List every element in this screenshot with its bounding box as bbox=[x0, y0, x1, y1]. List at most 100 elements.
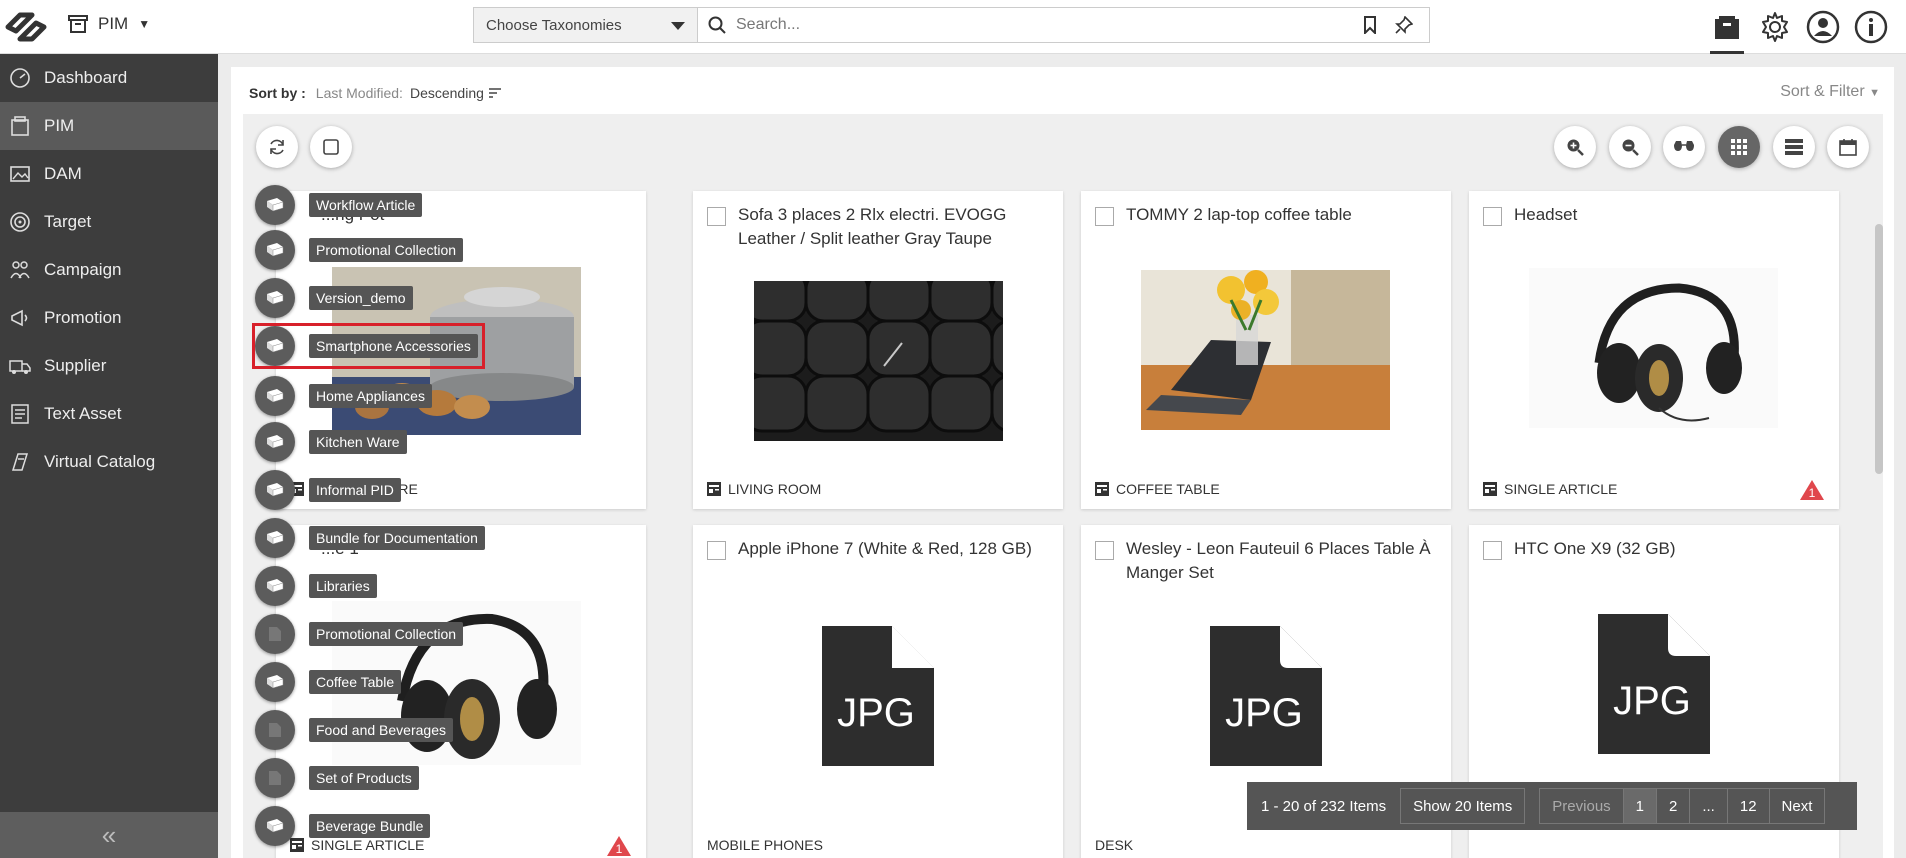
card-title: Wesley - Leon Fauteuil 6 Places Table À … bbox=[1126, 539, 1431, 582]
select-all-button[interactable] bbox=[310, 126, 352, 168]
overlay-item-informal-pid[interactable]: Informal PID bbox=[255, 470, 401, 510]
overlay-item-food-and-beverages[interactable]: Food and Beverages bbox=[255, 710, 453, 750]
overlay-item-promotional-collection-2[interactable]: Promotional Collection bbox=[255, 614, 464, 654]
target-icon bbox=[8, 210, 32, 234]
collapse-sidebar-button[interactable]: « bbox=[0, 812, 218, 858]
sidebar-item-supplier[interactable]: Supplier bbox=[0, 342, 218, 390]
file-type-label: JPG bbox=[1225, 691, 1303, 735]
taxonomy-select[interactable]: Choose Taxonomies bbox=[474, 8, 698, 42]
page-button-1[interactable]: 1 bbox=[1623, 789, 1657, 823]
card-title: Headset bbox=[1514, 205, 1578, 224]
pagination-bar: 1 - 20 of 232 Items Show 20 Items Previo… bbox=[1247, 782, 1857, 830]
info-button[interactable] bbox=[1854, 10, 1888, 44]
overlay-item-libraries[interactable]: Libraries bbox=[255, 566, 377, 606]
double-chevron-left-icon: « bbox=[101, 819, 117, 850]
gear-icon bbox=[1762, 12, 1788, 42]
sidebar-item-label: Supplier bbox=[44, 356, 107, 375]
sidebar-item-campaign[interactable]: Campaign bbox=[0, 246, 218, 294]
previous-page-button[interactable]: Previous bbox=[1540, 789, 1624, 823]
top-actions bbox=[1710, 0, 1906, 54]
main-panel: Sort by : Last Modified: Descending Sort… bbox=[231, 67, 1894, 858]
overlay-item-bundle-for-documentation[interactable]: Bundle for Documentation bbox=[255, 518, 485, 558]
item-card[interactable]: Headset SINGLE ARTICLE 1 bbox=[1469, 191, 1839, 509]
zoom-in-button[interactable] bbox=[1554, 126, 1596, 168]
item-card[interactable]: Sofa 3 places 2 Rlx electri. EVOGG Leath… bbox=[693, 191, 1063, 509]
archive-box-button[interactable] bbox=[1710, 4, 1744, 54]
sort-lines-icon[interactable] bbox=[488, 88, 501, 98]
overlay-item-home-appliances[interactable]: Home Appliances bbox=[255, 376, 432, 416]
card-category-label: MOBILE PHONES bbox=[707, 837, 823, 853]
zoom-out-button[interactable] bbox=[1609, 126, 1651, 168]
app-logo[interactable] bbox=[2, 5, 50, 49]
sidebar-item-label: PIM bbox=[44, 116, 75, 135]
overlay-item-promotional-collection[interactable]: Promotional Collection bbox=[255, 230, 464, 270]
sidebar-item-text-asset[interactable]: Text Asset bbox=[0, 390, 218, 438]
page-button-2[interactable]: 2 bbox=[1657, 789, 1691, 823]
user-profile-button[interactable] bbox=[1806, 10, 1840, 44]
refresh-button[interactable] bbox=[256, 126, 298, 168]
card-checkbox[interactable] bbox=[707, 541, 726, 560]
article-type-icon bbox=[1095, 482, 1109, 496]
zoom-in-icon bbox=[1567, 139, 1584, 156]
coffee-table-image bbox=[1141, 270, 1390, 430]
card-checkbox[interactable] bbox=[707, 207, 726, 226]
calendar-view-button[interactable] bbox=[1827, 126, 1869, 168]
card-checkbox[interactable] bbox=[1483, 541, 1502, 560]
sort-filter-toggle[interactable]: Sort & Filter ▼ bbox=[1780, 83, 1880, 101]
page-size-button[interactable]: Show 20 Items bbox=[1400, 788, 1526, 824]
warning-badge[interactable]: 1 bbox=[606, 835, 632, 857]
list-view-button[interactable] bbox=[1773, 126, 1815, 168]
sidebar-item-target[interactable]: Target bbox=[0, 198, 218, 246]
article-type-icon bbox=[1483, 482, 1497, 496]
overlay-item-label: Set of Products bbox=[309, 766, 419, 790]
card-checkbox[interactable] bbox=[1095, 541, 1114, 560]
card-category-label: COFFEE TABLE bbox=[1116, 481, 1220, 497]
pin-icon[interactable] bbox=[1395, 16, 1413, 34]
overlay-item-version-demo[interactable]: Version_demo bbox=[255, 278, 413, 318]
card-checkbox[interactable] bbox=[1095, 207, 1114, 226]
scrollbar[interactable] bbox=[1875, 224, 1883, 474]
warning-count: 1 bbox=[1809, 486, 1816, 500]
settings-button[interactable] bbox=[1758, 10, 1792, 44]
card-checkbox[interactable] bbox=[1483, 207, 1502, 226]
grid-view-button[interactable] bbox=[1718, 126, 1760, 168]
page-ellipsis[interactable]: ... bbox=[1690, 789, 1728, 823]
sidebar-item-label: Text Asset bbox=[44, 404, 122, 423]
card-title: HTC One X9 (32 GB) bbox=[1514, 539, 1676, 558]
warning-count: 1 bbox=[616, 842, 623, 856]
warning-badge[interactable]: 1 bbox=[1799, 479, 1825, 501]
item-card[interactable]: TOMMY 2 lap-top coffee table COFFEE TABL… bbox=[1081, 191, 1451, 509]
overlay-item-kitchen-ware[interactable]: Kitchen Ware bbox=[255, 422, 407, 462]
sidebar-item-virtual-catalog[interactable]: Virtual Catalog bbox=[0, 438, 218, 486]
book-icon bbox=[255, 376, 295, 416]
sidebar-item-dam[interactable]: DAM bbox=[0, 150, 218, 198]
module-switcher[interactable]: PIM ▼ bbox=[68, 14, 150, 34]
dropdown-triangle-icon bbox=[671, 22, 685, 30]
list-icon bbox=[1785, 139, 1803, 155]
grid-icon bbox=[1731, 139, 1747, 155]
sort-bar: Sort by : Last Modified: Descending bbox=[231, 67, 1894, 119]
sort-direction[interactable]: Descending bbox=[410, 85, 484, 101]
overlay-item-beverage-bundle[interactable]: Beverage Bundle bbox=[255, 806, 431, 846]
overlay-item-workflow-article[interactable]: Workflow Article bbox=[255, 185, 423, 225]
search-input[interactable]: Search... bbox=[736, 16, 1353, 34]
item-card[interactable]: Apple iPhone 7 (White & Red, 128 GB) JPG… bbox=[693, 525, 1063, 858]
overlay-item-set-of-products[interactable]: Set of Products bbox=[255, 758, 419, 798]
leather-sofa-image bbox=[754, 281, 1003, 441]
sidebar-item-promotion[interactable]: Promotion bbox=[0, 294, 218, 342]
overlay-item-coffee-table[interactable]: Coffee Table bbox=[255, 662, 402, 702]
file-type-label: JPG bbox=[837, 691, 915, 735]
preview-button[interactable] bbox=[1663, 126, 1705, 168]
overlay-item-smartphone-accessories[interactable]: Smartphone Accessories bbox=[252, 323, 485, 369]
search-field[interactable]: Search... bbox=[698, 8, 1429, 42]
bookmark-icon[interactable] bbox=[1363, 16, 1377, 34]
article-type-icon bbox=[707, 482, 721, 496]
taxonomy-select-label: Choose Taxonomies bbox=[486, 16, 622, 34]
sort-field[interactable]: Last Modified: bbox=[316, 85, 403, 101]
next-page-button[interactable]: Next bbox=[1770, 789, 1825, 823]
sidebar-item-label: Dashboard bbox=[44, 68, 128, 87]
page-button-12[interactable]: 12 bbox=[1728, 789, 1770, 823]
sidebar-item-dashboard[interactable]: Dashboard bbox=[0, 54, 218, 102]
top-bar: PIM ▼ Choose Taxonomies Search... bbox=[0, 0, 1906, 54]
sidebar-item-pim[interactable]: PIM bbox=[0, 102, 218, 150]
